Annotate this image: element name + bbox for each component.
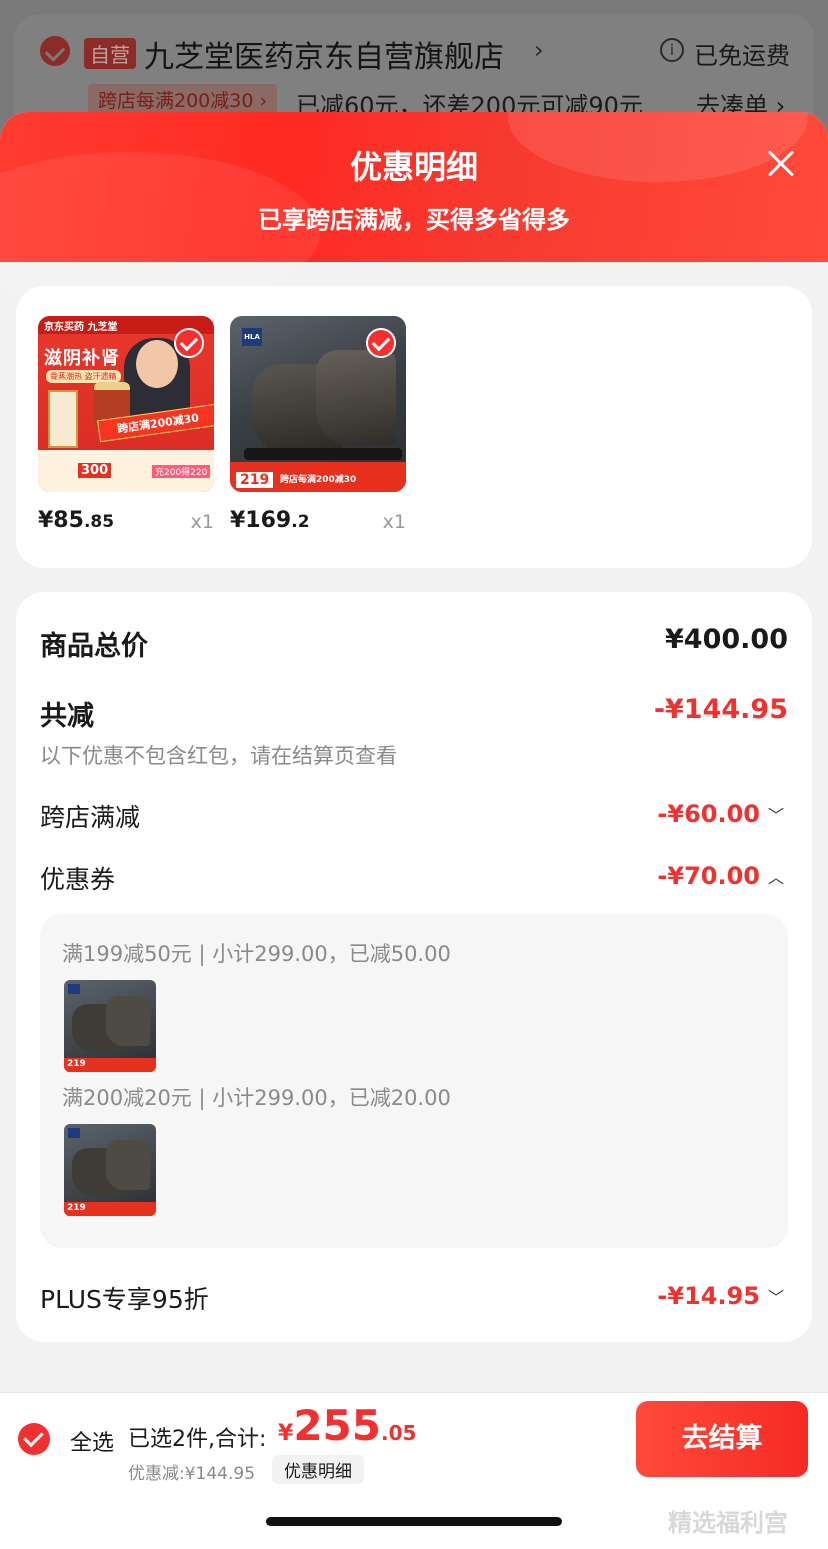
cross-store-value: -¥60.00 (657, 800, 760, 828)
select-all-checkbox[interactable] (18, 1423, 50, 1455)
coupon-rule-text: 满200减20元 | 小计299.00，已减20.00 (62, 1086, 451, 1110)
plus-discount-label: PLUS专享95折 (40, 1285, 209, 1314)
coupon-detail-box: 满199减50元 | 小计299.00，已减50.00 219 满200减20元… (40, 914, 788, 1248)
discount-detail-button[interactable]: 优惠明细 (272, 1455, 364, 1484)
total-price-label: 商品总价 (40, 631, 148, 662)
selected-count: 已选2件,合计: (128, 1427, 267, 1452)
total-price-value: ¥400.00 (665, 624, 788, 655)
checkout-button[interactable]: 去结算 (636, 1401, 808, 1477)
boot-sole (244, 448, 402, 460)
product-checked-icon[interactable] (174, 328, 204, 358)
shipping-status: 已免运费 (694, 42, 790, 70)
product-image[interactable]: HLA 219 跨店每满200减30 (230, 316, 406, 492)
sheet-header: 优惠明细 已享跨店满减，买得多省得多 (0, 112, 828, 312)
discount-detail-sheet: 优惠明细 已享跨店满减，买得多省得多 京东买药 九芝堂 滋阴补肾 骨蒸潮热 盗汗… (0, 112, 828, 1549)
boot-shape (106, 1140, 150, 1190)
watermark: 精选福利宫 (668, 1509, 788, 1537)
product-art-price-tag: 219 (236, 472, 274, 488)
product-art-promo-text: 跨店每满200减30 (280, 475, 357, 485)
discount-hint: 以下优惠不包含红包，请在结算页查看 (40, 744, 397, 768)
plus-discount-row[interactable]: PLUS专享95折 -¥14.95 ﹀ (40, 1280, 788, 1316)
select-all-label[interactable]: 全选 (70, 1425, 114, 1457)
product-image[interactable]: 京东买药 九芝堂 滋阴补肾 骨蒸潮热 盗汗遗精 跨店满200减30 300 充2… (38, 316, 214, 492)
product-art-recharge-tag: 充200得220 (152, 465, 211, 478)
total-reduce-row: 共减 -¥144.95 (40, 694, 788, 733)
product-art-300-tag: 300 (78, 463, 112, 478)
hla-logo (68, 1128, 80, 1138)
coupon-label: 优惠券 (40, 865, 116, 894)
product-quantity: x1 (382, 511, 406, 533)
products-card: 京东买药 九芝堂 滋阴补肾 骨蒸潮热 盗汗遗精 跨店满200减30 300 充2… (16, 286, 812, 568)
checkout-bar: 全选 已选2件,合计: ¥255.05 优惠减:¥144.95 优惠明细 去结算… (0, 1392, 828, 1549)
thumbnail-strip: 219 (64, 1058, 156, 1072)
cross-store-label: 跨店满减 (40, 803, 141, 832)
product-price: ¥169.2 (230, 508, 310, 533)
plus-discount-value: -¥14.95 (657, 1282, 760, 1310)
thumbnail-strip: 219 (64, 1202, 156, 1216)
sheet-title: 优惠明细 (349, 148, 478, 186)
close-icon[interactable] (760, 144, 800, 184)
coupon-product-thumbnail: 219 (64, 1124, 156, 1216)
model-face (136, 340, 178, 388)
coupon-product-thumbnail: 219 (64, 980, 156, 1072)
chevron-down-icon[interactable]: ﹀ (768, 1284, 784, 1308)
coupon-value: -¥70.00 (657, 862, 760, 890)
sheet-subtitle: 已享跨店满减，买得多省得多 (258, 206, 570, 234)
product-checked-icon[interactable] (366, 328, 396, 358)
hla-logo: HLA (242, 328, 262, 346)
coupon-rule-text: 满199减50元 | 小计299.00，已减50.00 (62, 942, 451, 966)
discount-summary: 优惠减:¥144.95 (128, 1464, 256, 1484)
store-checkbox (40, 36, 70, 66)
coupon-row[interactable]: 优惠券 -¥70.00 ︿ (40, 860, 788, 896)
chevron-up-icon[interactable]: ︿ (768, 864, 784, 888)
medicine-box (48, 390, 78, 448)
total-payable: ¥255.05 (278, 1401, 417, 1450)
total-price-row: 商品总价 ¥400.00 (40, 624, 788, 663)
home-indicator[interactable] (266, 1517, 562, 1526)
self-operated-badge: 自营 (84, 38, 136, 69)
store-name: 九芝堂医药京东自营旗舰店 (144, 40, 504, 75)
boot-shape (316, 350, 396, 446)
product-item[interactable]: 京东买药 九芝堂 滋阴补肾 骨蒸潮热 盗汗遗精 跨店满200减30 300 充2… (38, 316, 214, 533)
chevron-right-icon: › (534, 36, 544, 64)
hla-logo (68, 984, 80, 994)
product-price: ¥85.85 (38, 508, 115, 533)
product-art-headline: 滋阴补肾 (44, 348, 120, 369)
product-quantity: x1 (190, 511, 214, 533)
price-detail-card: 商品总价 ¥400.00 共减 -¥144.95 以下优惠不包含红包，请在结算页… (16, 592, 812, 1342)
total-reduce-label: 共减 (40, 701, 94, 732)
boot-shape (106, 996, 150, 1046)
total-reduce-value: -¥144.95 (653, 694, 788, 725)
cross-store-row[interactable]: 跨店满减 -¥60.00 ﹀ (40, 798, 788, 834)
promo-tag: 跨店每满200减30 › (88, 84, 278, 115)
product-item[interactable]: HLA 219 跨店每满200减30 ¥169.2 x1 (230, 316, 406, 533)
info-icon: i (660, 38, 684, 62)
chevron-down-icon[interactable]: ﹀ (768, 802, 784, 826)
